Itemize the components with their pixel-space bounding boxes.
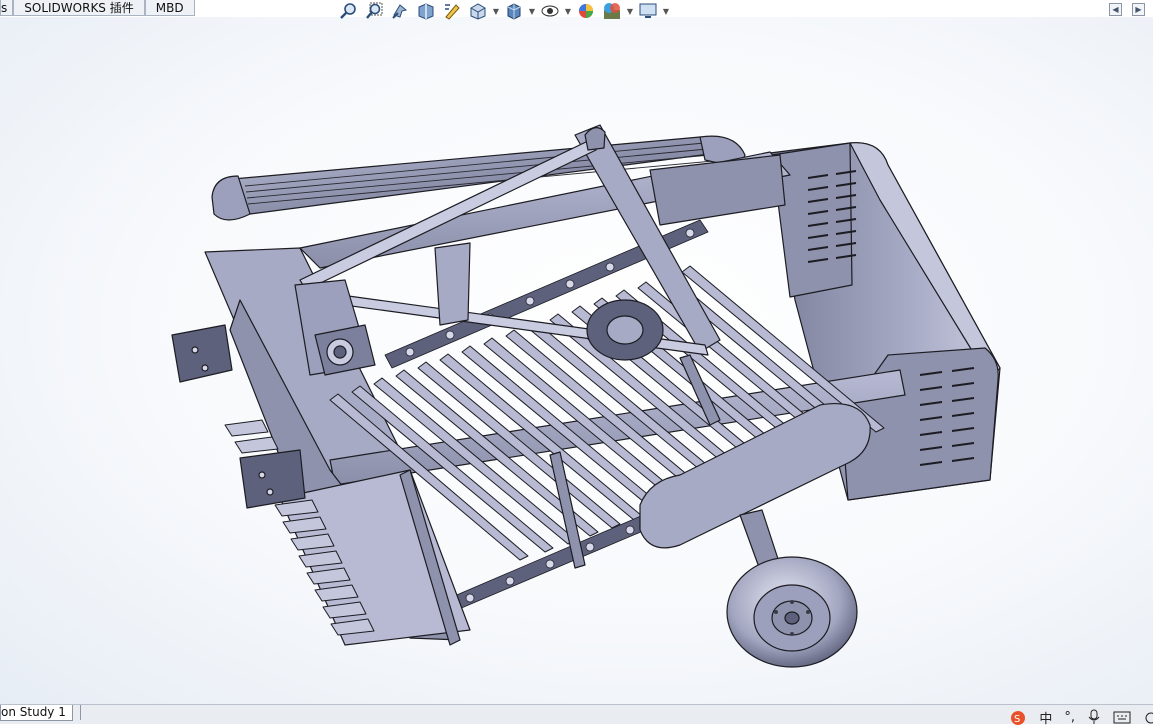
tab-mbd[interactable]: MBD [144, 0, 195, 16]
hitch-bracket-lower [239, 449, 306, 509]
keyboard-icon[interactable] [1113, 709, 1131, 725]
arrow-right-icon: ▶ [1135, 5, 1142, 14]
command-manager-tabs: s SOLIDWORKS 插件 MBD [0, 0, 195, 17]
arrow-left-icon: ◀ [1112, 5, 1119, 14]
punctuation-mode-label[interactable]: °, [1064, 710, 1075, 725]
tab-label: MBD [155, 1, 184, 15]
collapse-left-button[interactable]: ◀ [1109, 3, 1122, 16]
system-tray: S 中 °, [1009, 709, 1153, 727]
expand-right-button[interactable]: ▶ [1132, 3, 1145, 16]
bottom-tab-bar: on Study 1 S 中 °, [0, 704, 1153, 727]
tab-label: s [1, 1, 8, 15]
svg-text:S: S [1014, 714, 1020, 725]
hitch-bracket-upper [171, 324, 233, 383]
chevron-down-icon: ▼ [528, 6, 536, 16]
sogou-ime-icon[interactable]: S [1009, 709, 1027, 725]
microphone-icon[interactable] [1087, 709, 1101, 725]
chevron-down-icon: ▼ [564, 6, 572, 16]
settings-icon[interactable] [1143, 709, 1153, 725]
chevron-down-icon: ▼ [626, 6, 634, 16]
cad-model-harvester[interactable] [0, 17, 1153, 704]
tab-solidworks-addins[interactable]: SOLIDWORKS 插件 [13, 0, 145, 16]
chevron-down-icon: ▼ [492, 6, 500, 16]
tab-partial[interactable]: s [0, 0, 14, 16]
tab-motion-study[interactable]: on Study 1 [0, 705, 73, 721]
task-pane-controls: ◀ ▶ [1109, 3, 1145, 16]
tab-label: SOLIDWORKS 插件 [24, 1, 134, 15]
tab-divider [66, 705, 81, 720]
chevron-down-icon: ▼ [662, 6, 670, 16]
tab-label: on Study 1 [1, 705, 66, 719]
